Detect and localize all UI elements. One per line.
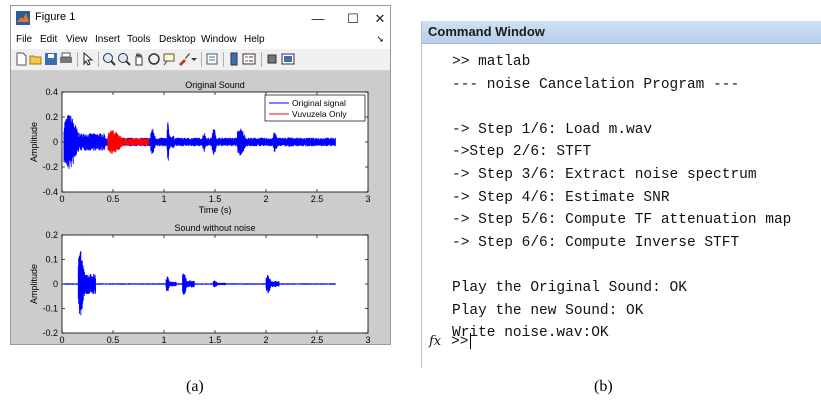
command-output: >> matlab --- noise Cancelation Program … [452, 51, 821, 345]
caption-a: (a) [186, 378, 204, 395]
y-tick-label: -0.4 [42, 187, 58, 197]
x-tick-label: 2 [263, 335, 268, 344]
menu-tools[interactable]: Tools [127, 34, 150, 45]
x-tick-label: 0.5 [107, 194, 120, 204]
x-tick-label: 1 [161, 194, 166, 204]
figure-toolbar [11, 49, 390, 71]
legend: Original signalVuvuzela Only [264, 94, 366, 122]
y-tick-label: -0.2 [42, 328, 58, 338]
zoom-out-icon[interactable] [117, 52, 131, 66]
command-line: Play the Original Sound: OK [452, 279, 687, 296]
y-tick-label: 0.1 [45, 255, 58, 265]
legend-icon[interactable] [242, 52, 256, 66]
y-tick-label: 0.2 [45, 230, 58, 240]
menu-edit[interactable]: Edit [40, 34, 57, 45]
figure-window: Figure 1 — ☐ ✕ File Edit View Insert Too… [10, 5, 391, 345]
y-tick-label: 0.2 [45, 112, 58, 122]
toolbar-separator [261, 52, 262, 67]
x-tick-label: 2.5 [311, 194, 324, 204]
command-line: Play the new Sound: OK [452, 302, 644, 319]
menu-overflow-icon[interactable]: ➘ [376, 34, 384, 45]
minimize-button[interactable]: — [301, 6, 335, 31]
legend-entry: Original signal [292, 98, 346, 108]
text-cursor [470, 333, 472, 350]
command-window[interactable]: Command Window >> matlab --- noise Cance… [421, 21, 821, 368]
y-axis-label: Amplitude [29, 264, 39, 304]
axes-title: Sound without noise [174, 223, 255, 233]
brush-dropdown-icon[interactable] [190, 52, 198, 66]
plots-area: 0 0.5 1 1.5 2 2.5 30.40.20-0.2-0.4Original Sou… [29, 80, 371, 344]
x-tick-label: 3 [365, 335, 370, 344]
print-icon[interactable] [59, 52, 73, 66]
pan-icon[interactable] [132, 52, 146, 66]
legend-entry: Vuvuzela Only [292, 109, 347, 119]
brush-icon[interactable] [177, 52, 191, 66]
figure-titlebar: Figure 1 — ☐ ✕ [11, 6, 390, 31]
prompt-symbol: >> [451, 334, 469, 350]
toolbar-separator [77, 52, 78, 67]
command-line: >> matlab [452, 54, 531, 70]
y-tick-label: 0.4 [45, 87, 58, 97]
data-cursor-icon[interactable] [162, 52, 176, 66]
y-axis-label: Amplitude [29, 122, 39, 162]
link-plot-icon[interactable] [205, 52, 219, 66]
figure-canvas: 0 0.5 1 1.5 2 2.5 3 0.4 0.2 0 -0.2 -0.4 Original Sou… [11, 71, 390, 344]
command-line [452, 254, 821, 277]
menu-desktop[interactable]: Desktop [159, 34, 196, 45]
new-figure-icon[interactable] [14, 52, 28, 66]
hide-plot-tools-icon[interactable] [265, 52, 279, 66]
command-line: -> Step 5/6: Compute TF attenuation map [452, 212, 792, 229]
command-line: --- noise Cancelation Program --- [452, 76, 740, 93]
figure-title: Figure 1 [35, 11, 76, 23]
menu-insert[interactable]: Insert [95, 34, 120, 45]
command-line: -> Step 3/6: Extract noise spectrum [452, 166, 757, 183]
x-tick-label: 2.5 [311, 335, 324, 344]
menu-file[interactable]: File [16, 34, 32, 45]
save-icon[interactable] [44, 52, 58, 66]
matlab-logo-icon [16, 11, 30, 25]
menu-view[interactable]: View [66, 34, 88, 45]
caption-b: (b) [594, 378, 613, 395]
x-tick-label: 1.5 [209, 335, 222, 344]
command-line: Write noise.wav:OK [452, 325, 609, 342]
zoom-in-icon[interactable] [102, 52, 116, 66]
colorbar-icon[interactable] [227, 52, 241, 66]
y-tick-label: -0.1 [42, 304, 58, 314]
command-prompt[interactable]: >> [451, 331, 472, 353]
y-tick-label: 0 [53, 279, 58, 289]
x-tick-label: 0 [59, 335, 64, 344]
rotate-icon[interactable] [147, 52, 161, 66]
command-line: -> Step 1/6: Load m.wav [452, 121, 653, 138]
show-plot-tools-icon[interactable] [281, 52, 295, 66]
command-window-header: Command Window [422, 21, 821, 44]
toolbar-separator [98, 52, 99, 67]
command-line: -> Step 4/6: Estimate SNR [452, 189, 670, 206]
x-tick-label: 0.5 [107, 335, 120, 344]
x-tick-label: 1.5 [209, 194, 222, 204]
menu-help[interactable]: Help [244, 34, 265, 45]
command-line: ->Step 2/6: STFT [452, 144, 592, 161]
x-tick-label: 1 [161, 335, 166, 344]
toolbar-separator [223, 52, 224, 67]
toolbar-separator [201, 52, 202, 67]
open-file-icon[interactable] [29, 52, 43, 66]
command-window-title: Command Window [428, 24, 545, 39]
menu-window[interactable]: Window [201, 34, 237, 45]
x-tick-label: 3 [365, 194, 370, 204]
function-browser-icon[interactable]: fx [429, 334, 441, 349]
y-tick-label: 0 [53, 137, 58, 147]
command-line [452, 96, 821, 119]
y-tick-label: -0.2 [42, 162, 58, 172]
pointer-icon[interactable] [81, 52, 95, 66]
figure-menubar: File Edit View Insert Tools Desktop Wind… [11, 31, 390, 49]
command-line: -> Step 6/6: Compute Inverse STFT [452, 234, 740, 251]
x-tick-label: 2 [263, 194, 268, 204]
axes-title: Original Sound [185, 80, 245, 90]
close-button[interactable]: ✕ [363, 6, 397, 31]
x-axis-label: Time (s) [199, 205, 232, 215]
x-tick-label: 0 [59, 194, 64, 204]
